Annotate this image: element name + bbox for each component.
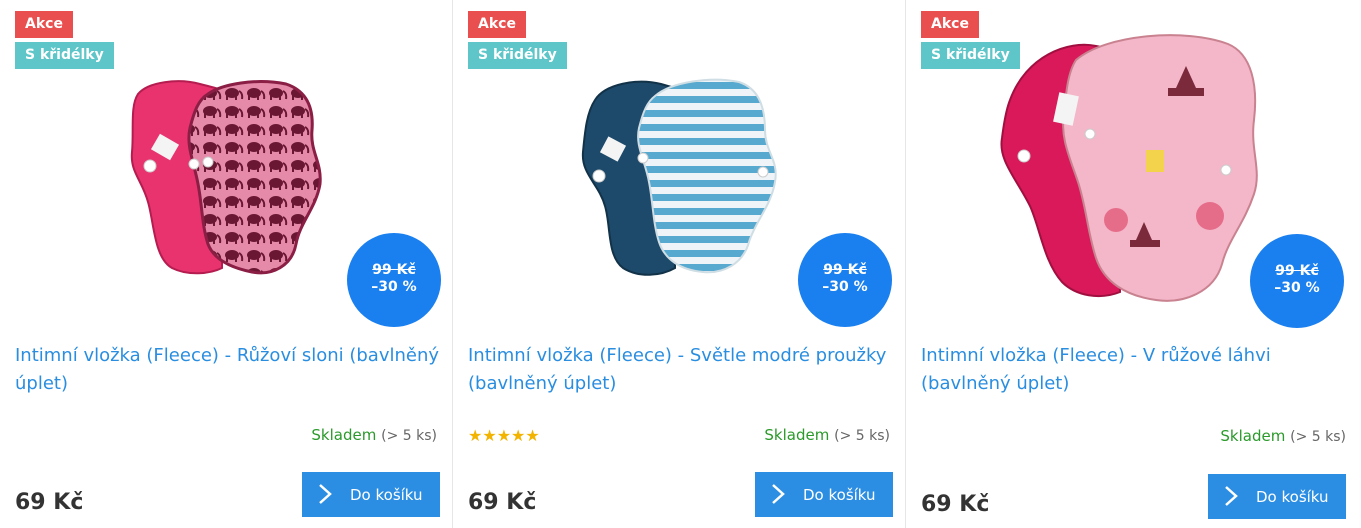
product-flags: Akce S křidélky xyxy=(921,11,1020,73)
add-to-cart-button[interactable]: Do košíku xyxy=(755,472,893,517)
pad-image xyxy=(581,78,777,276)
discount-badge: 99 Kč –30 % xyxy=(798,233,892,327)
product-image[interactable] xyxy=(543,12,813,312)
pad-image xyxy=(130,80,322,275)
add-to-cart-label: Do košíku xyxy=(1256,488,1329,506)
old-price: 99 Kč xyxy=(372,262,416,278)
stock-status: Skladem (> 5 ks) xyxy=(1220,427,1346,445)
stock-amount: (> 5 ks) xyxy=(1290,429,1346,445)
flag-sale: Akce xyxy=(468,11,526,38)
stock-status: Skladem (> 5 ks) xyxy=(764,426,890,444)
stock-amount: (> 5 ks) xyxy=(834,428,890,444)
product-grid: Akce S křidélky 99 Kč –30 % Intimní vlož… xyxy=(0,0,1361,528)
add-to-cart-label: Do košíku xyxy=(803,486,876,504)
product-price: 69 Kč xyxy=(468,490,537,515)
old-price: 99 Kč xyxy=(1275,263,1319,279)
add-to-cart-button[interactable]: Do košíku xyxy=(302,472,440,517)
discount-percent: –30 % xyxy=(1274,280,1320,296)
stock-label: Skladem xyxy=(764,426,830,444)
rating-stars: ★★★★★ xyxy=(468,426,540,445)
discount-badge: 99 Kč –30 % xyxy=(1250,234,1344,328)
product-price: 69 Kč xyxy=(15,490,84,515)
flag-sale: Akce xyxy=(15,11,73,38)
pad-image xyxy=(1000,34,1258,302)
discount-percent: –30 % xyxy=(371,279,417,295)
flag-wings: S křidélky xyxy=(921,42,1020,69)
product-card: Akce S křidélky 99 Kč –30 % Intimní vlož… xyxy=(453,0,906,528)
flag-sale: Akce xyxy=(921,11,979,38)
chevron-right-icon xyxy=(1225,486,1238,506)
flag-wings: S křidélky xyxy=(15,42,114,69)
product-price: 69 Kč xyxy=(921,492,990,517)
product-flags: Akce S křidélky xyxy=(15,11,114,73)
product-image[interactable] xyxy=(90,12,360,312)
add-to-cart-label: Do košíku xyxy=(350,486,423,504)
product-card: Akce S křidélky 99 Kč –30 % Intimní vlož… xyxy=(906,0,1361,528)
product-name-link[interactable]: Intimní vložka (Fleece) - Světle modré p… xyxy=(468,342,898,398)
chevron-right-icon xyxy=(319,484,332,504)
flag-wings: S křidélky xyxy=(468,42,567,69)
discount-percent: –30 % xyxy=(822,279,868,295)
add-to-cart-button[interactable]: Do košíku xyxy=(1208,474,1346,519)
stock-status: Skladem (> 5 ks) xyxy=(311,426,437,444)
product-image[interactable] xyxy=(996,30,1266,310)
stock-label: Skladem xyxy=(311,426,377,444)
old-price: 99 Kč xyxy=(823,262,867,278)
discount-badge: 99 Kč –30 % xyxy=(347,233,441,327)
stock-amount: (> 5 ks) xyxy=(381,428,437,444)
product-card: Akce S křidélky 99 Kč –30 % Intimní vlož… xyxy=(0,0,453,528)
chevron-right-icon xyxy=(772,484,785,504)
product-flags: Akce S křidélky xyxy=(468,11,567,73)
product-name-link[interactable]: Intimní vložka (Fleece) - V růžové láhvi… xyxy=(921,342,1351,398)
stock-label: Skladem xyxy=(1220,427,1286,445)
product-name-link[interactable]: Intimní vložka (Fleece) - Růžoví sloni (… xyxy=(15,342,445,398)
